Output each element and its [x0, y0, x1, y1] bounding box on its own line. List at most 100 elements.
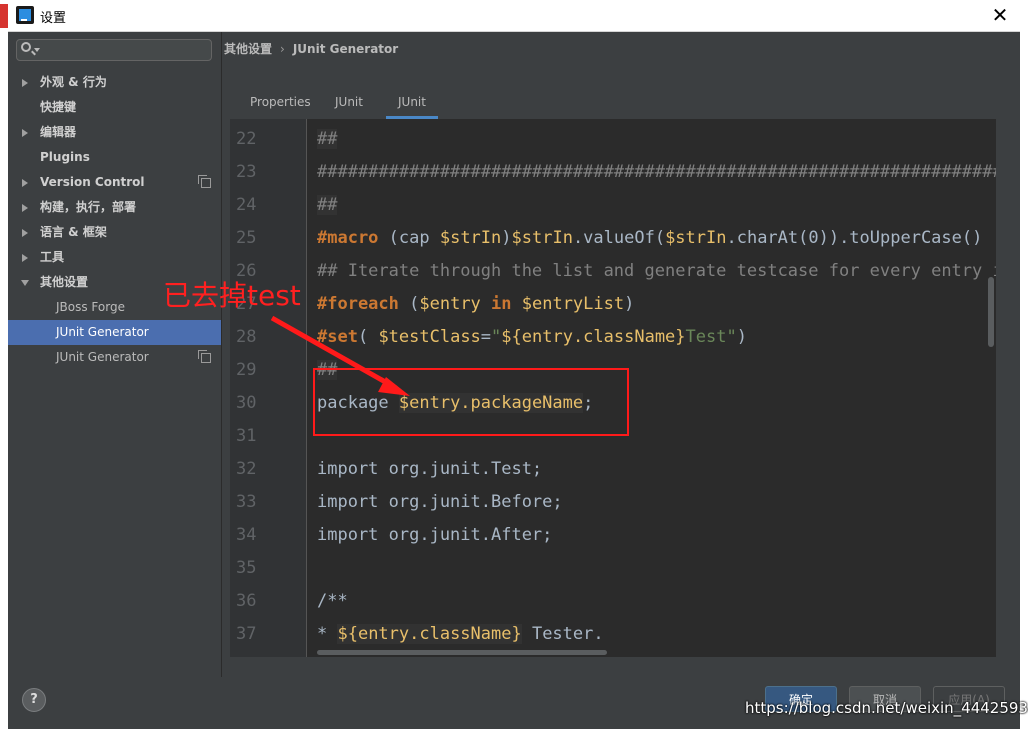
chevron-down-icon[interactable]: [34, 48, 40, 52]
code-text: ): [624, 294, 635, 314]
code-text: /**: [317, 591, 348, 611]
expand-arrow-icon[interactable]: [22, 254, 28, 262]
window-title: 设置: [40, 11, 67, 26]
annotation-label: 已去掉test: [163, 279, 301, 312]
sidebar-item-label: Version Control: [40, 175, 145, 189]
breadcrumb-current: JUnit Generator: [292, 42, 399, 56]
line-number: 24: [236, 195, 257, 215]
sidebar-item-label: JUnit Generator: [56, 325, 149, 339]
code-keyword: #foreach: [317, 294, 399, 314]
code-line: * ${entry.className} Tester.: [317, 624, 604, 644]
sidebar-item-label: 外观 & 行为: [40, 75, 107, 89]
horizontal-scrollbar[interactable]: [317, 650, 607, 655]
code-text: =: [480, 327, 492, 347]
sidebar-item-label: JUnit Generator: [56, 350, 149, 364]
code-comment: ## Iterate through the list and generate…: [317, 261, 996, 281]
collapse-arrow-icon[interactable]: [21, 280, 29, 286]
close-icon[interactable]: ✕: [988, 3, 1012, 27]
sidebar-item-version-control[interactable]: Version Control: [8, 170, 221, 195]
code-line: import org.junit.Before;: [317, 492, 563, 512]
project-scope-icon: [198, 175, 211, 188]
search-icon: [21, 42, 31, 52]
code-comment: ########################################…: [317, 162, 996, 182]
expand-arrow-icon[interactable]: [22, 229, 28, 237]
code-keyword: #set: [317, 327, 358, 347]
line-number: 33: [236, 492, 257, 512]
line-number: 22: [236, 129, 257, 149]
code-variable: $entry: [419, 294, 481, 314]
line-number: 34: [236, 525, 257, 545]
expand-arrow-icon[interactable]: [22, 129, 28, 137]
line-number: 31: [236, 426, 257, 446]
code-text: (: [357, 327, 379, 347]
code-text: ): [501, 228, 512, 248]
code-text: ): [736, 327, 747, 347]
sidebar-item-languages[interactable]: 语言 & 框架: [8, 220, 221, 245]
settings-sidebar: 外观 & 行为 快捷键 编辑器 Plugins Version Control …: [8, 32, 222, 677]
code-text: Tester.: [521, 624, 604, 644]
sidebar-item-label: 构建，执行，部署: [40, 200, 137, 214]
code-text: import org.junit.Before;: [317, 492, 563, 512]
sidebar-item-label: Plugins: [40, 150, 90, 164]
sidebar-item-label: JBoss Forge: [56, 300, 125, 314]
code-text: .charAt(0)).toUpperCase(): [726, 228, 983, 248]
code-text: import org.junit.After;: [317, 525, 553, 545]
code-comment: ##: [317, 129, 338, 149]
sidebar-item-junit-generator[interactable]: JUnit Generator: [8, 320, 221, 345]
expand-arrow-icon[interactable]: [22, 79, 28, 87]
expand-arrow-icon[interactable]: [22, 204, 28, 212]
breadcrumb: 其他设置 › JUnit Generator: [224, 40, 398, 57]
code-variable: $strIn: [511, 228, 573, 248]
code-line: ## Iterate through the list and generate…: [317, 261, 996, 281]
code-line: import org.junit.After;: [317, 525, 552, 545]
code-string: Test: [685, 327, 727, 347]
expand-arrow-icon[interactable]: [22, 179, 28, 187]
line-number: 30: [236, 393, 257, 413]
line-number: 28: [236, 327, 257, 347]
sidebar-item-label: 快捷键: [40, 100, 77, 114]
tab-junit3[interactable]: JUnit 3: [323, 90, 375, 133]
code-line: ########################################…: [317, 162, 996, 182]
code-text: import org.junit.Test;: [317, 459, 543, 479]
annotation-highlight-box: [313, 368, 629, 436]
code-text: (cap: [378, 228, 440, 248]
sidebar-item-build[interactable]: 构建，执行，部署: [8, 195, 221, 220]
sidebar-item-keymap[interactable]: 快捷键: [8, 95, 221, 120]
breadcrumb-separator: ›: [280, 42, 285, 56]
line-number: 35: [236, 558, 257, 578]
search-input[interactable]: [16, 39, 212, 61]
code-variable: $strIn: [439, 228, 502, 248]
code-line: #macro (cap $strIn)$strIn.valueOf($strIn…: [317, 228, 982, 248]
code-variable: $entryList: [521, 294, 625, 314]
code-variable: $strIn: [665, 228, 727, 248]
title-bar: 设置 ✕: [8, 0, 1020, 32]
background-window-left: [0, 0, 8, 729]
sidebar-item-appearance[interactable]: 外观 & 行为: [8, 70, 221, 95]
line-number: 29: [236, 360, 257, 380]
watermark: https://blog.csdn.net/weixin_44425934: [745, 699, 1028, 717]
tab-junit4[interactable]: JUnit 4: [386, 90, 438, 133]
intellij-icon: [16, 6, 34, 24]
code-text: *: [317, 624, 338, 644]
breadcrumb-parent[interactable]: 其他设置: [224, 42, 272, 56]
code-line: import org.junit.Test;: [317, 459, 542, 479]
line-number: 36: [236, 591, 257, 611]
code-variable: ${entry.className}: [501, 327, 686, 347]
code-line: #set( $testClass="${entry.className}Test…: [317, 327, 747, 347]
sidebar-item-tools[interactable]: 工具: [8, 245, 221, 270]
line-number: 23: [236, 162, 257, 182]
code-text: (: [398, 294, 420, 314]
sidebar-item-label: 其他设置: [40, 275, 89, 289]
line-number: 37: [236, 624, 257, 644]
code-line: /**: [317, 591, 348, 611]
line-number: 32: [236, 459, 257, 479]
line-number-gutter: 22 23 24 25 26 27 28 29 30 31 32 33 34 3…: [230, 119, 307, 657]
sidebar-item-junit-generator-project[interactable]: JUnit Generator: [8, 345, 221, 370]
vertical-scrollbar[interactable]: [988, 277, 994, 347]
code-keyword: #macro: [317, 228, 379, 248]
project-scope-icon: [198, 350, 211, 363]
sidebar-item-editor[interactable]: 编辑器: [8, 120, 221, 145]
tab-properties[interactable]: Properties: [238, 90, 323, 116]
help-button[interactable]: ?: [22, 688, 46, 712]
sidebar-item-plugins[interactable]: Plugins: [8, 145, 221, 170]
